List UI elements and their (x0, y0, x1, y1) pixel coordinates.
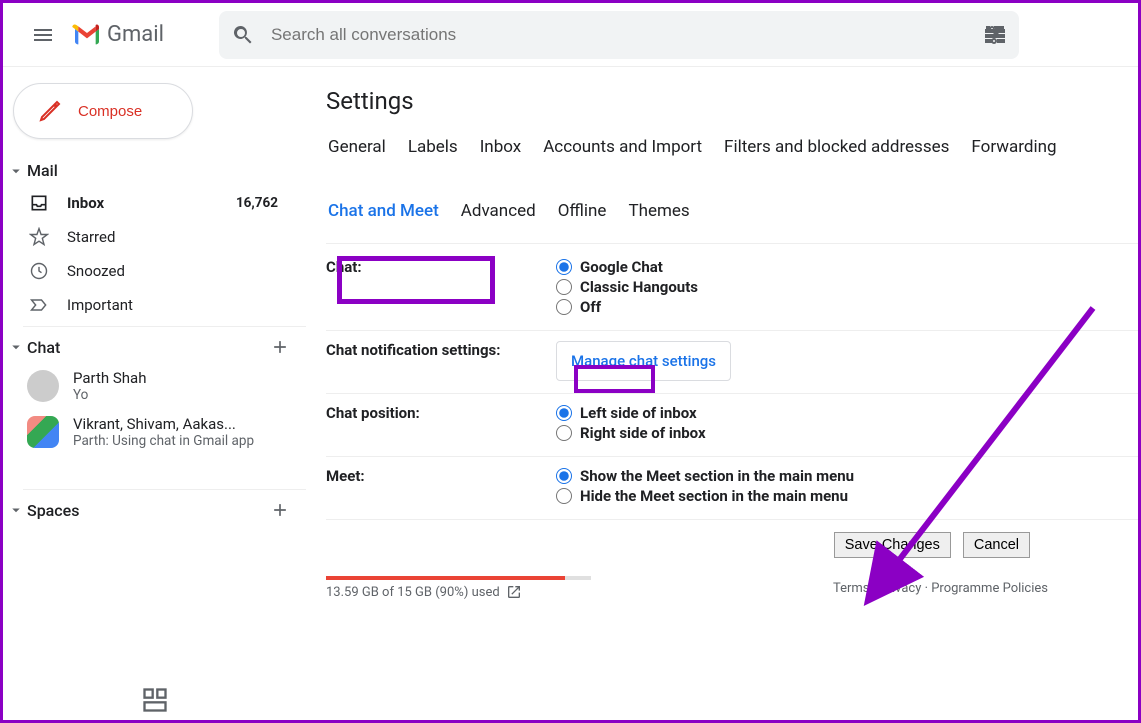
apps-grid-icon[interactable] (141, 686, 169, 714)
setting-meet: Meet: Show the Meet section in the main … (326, 456, 1138, 519)
tab-filters-and-blocked-addresses[interactable]: Filters and blocked addresses (722, 133, 951, 161)
tab-inbox[interactable]: Inbox (478, 133, 524, 161)
footer-link-privacy[interactable]: Privacy (879, 581, 921, 596)
section-chat[interactable]: Chat (3, 331, 306, 363)
inbox-count: 16,762 (236, 195, 278, 211)
radio-option[interactable]: Google Chat (556, 258, 1138, 276)
radio-option[interactable]: Hide the Meet section in the main menu (556, 487, 1138, 505)
save-changes-button[interactable]: Save Changes (834, 532, 951, 558)
hamburger-icon (31, 23, 55, 47)
radio-off[interactable] (556, 299, 572, 315)
logo-text: Gmail (107, 22, 164, 47)
radio-option[interactable]: Classic Hangouts (556, 278, 1138, 296)
footer-links: Terms · Privacy · Programme Policies (833, 581, 1048, 596)
important-icon (29, 295, 49, 315)
footer-link-terms[interactable]: Terms (833, 581, 870, 596)
setting-chat-position: Chat position: Left side of inboxRight s… (326, 393, 1138, 456)
gmail-m-icon (71, 23, 103, 47)
sidebar-item-starred[interactable]: Starred (3, 220, 296, 254)
radio-hide-the-meet-section-in-the-main-menu[interactable] (556, 488, 572, 504)
sidebar-item-important[interactable]: Important (3, 288, 296, 322)
chevron-down-icon (7, 501, 25, 519)
header: Gmail (3, 3, 1138, 67)
setting-chat: Chat: Google ChatClassic HangoutsOff (326, 243, 1138, 330)
manage-chat-settings-button[interactable]: Manage chat settings (556, 341, 731, 381)
radio-classic-hangouts[interactable] (556, 279, 572, 295)
star-icon (29, 227, 49, 247)
plus-icon[interactable] (270, 500, 290, 520)
radio-option[interactable]: Off (556, 298, 1138, 316)
tab-general[interactable]: General (326, 133, 388, 161)
tab-labels[interactable]: Labels (406, 133, 460, 161)
footer: 13.59 GB of 15 GB (90%) used Terms · Pri… (326, 570, 1138, 600)
compose-button[interactable]: Compose (13, 83, 193, 139)
settings-actions: Save Changes Cancel (326, 519, 1138, 570)
clock-icon (29, 261, 49, 281)
chevron-down-icon (7, 162, 25, 180)
main-menu-button[interactable] (19, 11, 67, 59)
settings-tabs: General Labels Inbox Accounts and Import Fil… (326, 133, 1138, 233)
plus-icon[interactable] (270, 337, 290, 357)
radio-left-side-of-inbox[interactable] (556, 405, 572, 421)
search-input[interactable] (271, 25, 983, 45)
cancel-button[interactable]: Cancel (963, 532, 1030, 558)
radio-google-chat[interactable] (556, 259, 572, 275)
storage-text: 13.59 GB of 15 GB (90%) used (326, 585, 500, 600)
sidebar-item-snoozed[interactable]: Snoozed (3, 254, 296, 288)
search-icon (231, 23, 255, 47)
footer-link-programme-policies[interactable]: Programme Policies (931, 581, 1048, 596)
bottom-nav (3, 686, 306, 714)
search-bar[interactable] (219, 11, 1019, 59)
gmail-logo[interactable]: Gmail (71, 22, 164, 47)
inbox-icon (29, 193, 49, 213)
radio-option[interactable]: Show the Meet section in the main menu (556, 467, 1138, 485)
radio-show-the-meet-section-in-the-main-menu[interactable] (556, 468, 572, 484)
section-spaces[interactable]: Spaces (3, 494, 306, 526)
setting-chat-notifications: Chat notification settings: Manage chat … (326, 330, 1138, 393)
avatar (27, 370, 59, 402)
radio-option[interactable]: Left side of inbox (556, 404, 1138, 422)
avatar (27, 416, 59, 448)
settings-content: Settings General Labels Inbox Accounts and … (306, 67, 1138, 720)
chevron-down-icon (7, 338, 25, 356)
chat-item[interactable]: Parth Shah Yo (3, 363, 306, 409)
tab-chat-and-meet[interactable]: Chat and Meet (326, 197, 441, 225)
compose-label: Compose (78, 103, 142, 120)
chat-item[interactable]: Vikrant, Shivam, Aakas... Parth: Using c… (3, 409, 306, 455)
sidebar: Compose Mail Inbox 16,762 Starred Snooze… (3, 67, 306, 720)
tab-forwarding[interactable]: Forwarding (969, 133, 1058, 161)
search-options-icon[interactable] (983, 23, 1007, 47)
tab-advanced[interactable]: Advanced (459, 197, 538, 225)
storage-bar (326, 576, 591, 580)
tab-offline[interactable]: Offline (556, 197, 609, 225)
pencil-icon (38, 99, 62, 123)
tab-accounts-and-import[interactable]: Accounts and Import (541, 133, 704, 161)
tab-themes[interactable]: Themes (626, 197, 691, 225)
open-in-new-icon[interactable] (506, 584, 522, 600)
radio-option[interactable]: Right side of inbox (556, 424, 1138, 442)
page-title: Settings (326, 87, 1138, 115)
sidebar-item-inbox[interactable]: Inbox 16,762 (3, 186, 296, 220)
section-mail[interactable]: Mail (3, 155, 306, 186)
radio-right-side-of-inbox[interactable] (556, 425, 572, 441)
